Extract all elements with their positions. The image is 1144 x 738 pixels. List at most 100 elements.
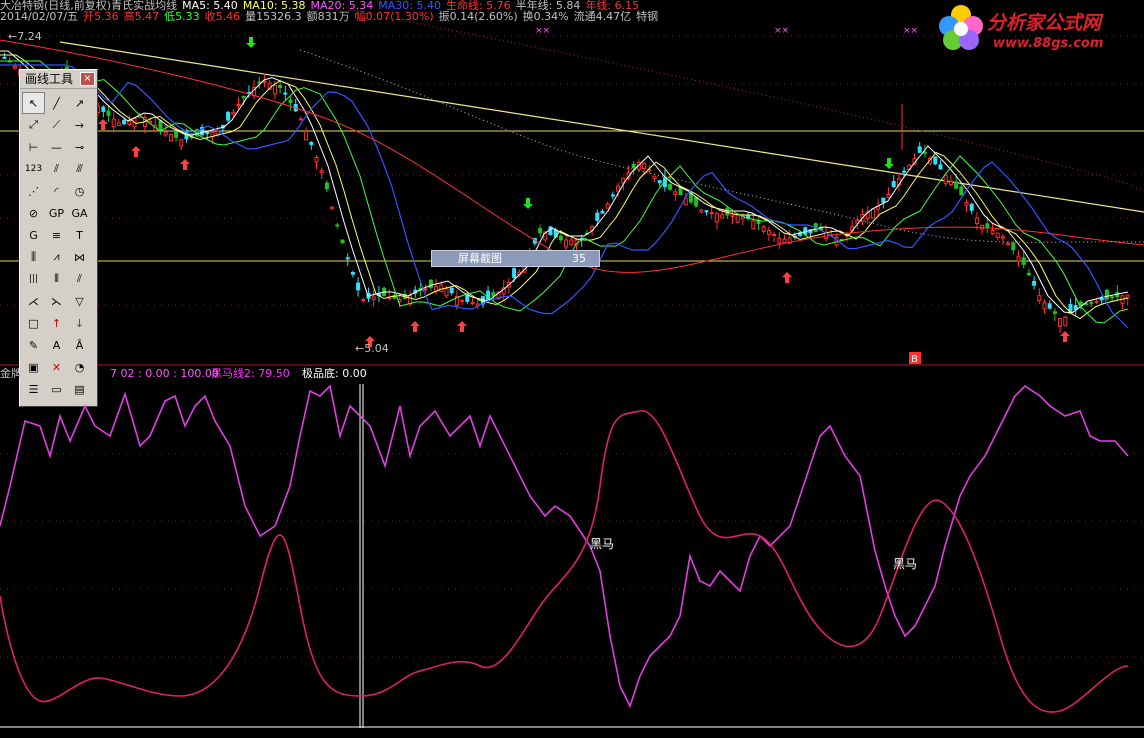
candle-body [938,164,943,170]
candle-body [423,288,428,291]
cycle-lines-tool-icon[interactable]: ⫼ [22,246,45,268]
candle-body [340,239,345,244]
candle-body [902,170,907,173]
gp-tool-icon[interactable]: GP [45,202,68,224]
pointer-tool-icon[interactable]: ↖ [22,92,45,114]
candle-body [1032,280,1037,286]
rect-tool-icon[interactable]: □ [22,312,45,334]
fib-tool-icon[interactable]: ≡ [45,224,68,246]
candle-body [350,271,355,275]
candle-body [1104,289,1109,300]
candle-body [1011,242,1016,251]
candle-body [980,224,985,230]
cross-marker: ×× [903,26,918,36]
note-tool-icon[interactable]: ✎ [22,334,45,356]
candle-body [969,203,974,211]
vlines-tool-icon[interactable]: ||| [22,268,45,290]
toolbox-title[interactable]: 画线工具 × [20,70,97,89]
arrow-line-tool-icon[interactable]: ⤢ [22,114,45,136]
tool-grid: ↖ ╱ ↗ ⤢ ⟋ → ⊢ — ⊸ 123 ⫽ ⫻ ⋰ ◜ ◷ ⊘ GP GA G ≡ T ⫼ ⩘ ⋈ ||| ⫴ ⫽ ⋌ ⋋ ▽ □ ↑ ↓ ✎… [20,89,97,403]
dvlines-tool-icon[interactable]: ⫴ [45,268,68,290]
candle-body [163,131,168,136]
parallel-tool-icon[interactable]: ⫽ [45,158,68,180]
drawing-toolbox[interactable]: 画线工具 × ↖ ╱ ↗ ⤢ ⟋ → ⊢ — ⊸ 123 ⫽ ⫻ ⋰ ◜ ◷ ⊘ GP GA G ≡ T ⫼ ⩘ ⋈ ||| ⫴ ⫽… [19,69,98,407]
candle-body [226,111,231,121]
candle-body [1006,242,1011,246]
speed-tool-icon[interactable]: ⋋ [45,290,68,312]
candle-body [803,227,808,235]
candle-body [439,284,444,293]
triangle-tool-icon[interactable]: ▽ [68,290,91,312]
ray-tool-icon[interactable]: ↗ [68,92,91,114]
candle-body [954,181,959,189]
candle-body [610,194,615,197]
annotation-heima-2: 黑马 [893,557,918,571]
gann-fan-tool-icon[interactable]: ⋌ [22,290,45,312]
text-tool-icon[interactable]: A [45,334,68,356]
circle-tool-icon[interactable]: ⊘ [22,202,45,224]
candle-body [870,208,875,219]
close-button[interactable]: × [80,72,95,86]
cycle-tool-icon[interactable]: ◷ [68,180,91,202]
candle-body [766,230,771,235]
candle-body [1026,272,1031,276]
hline-tool-icon[interactable]: — [45,136,68,158]
candle-body [278,84,283,88]
candle-body [465,294,470,302]
candle-body [720,214,725,219]
hline-arrow-tool-icon[interactable]: → [68,114,91,136]
gann-tool-icon[interactable]: G [22,224,45,246]
candle-body [168,134,173,142]
candle-body [709,212,714,215]
candle-body [449,287,454,294]
candle-body [704,210,709,213]
flower-logo-icon [939,5,983,50]
sell-arrow-icon [884,158,894,169]
candle-body [694,196,699,207]
number-tool-icon[interactable]: 123 [22,158,45,180]
candle-body [298,118,303,121]
candle-body [101,106,106,112]
candle-body [1037,295,1042,302]
line-tool-icon[interactable]: ╱ [45,92,68,114]
channel-tool-icon[interactable]: ⫻ [68,158,91,180]
candle-body [943,174,948,184]
candle-body [205,131,210,135]
ga-tool-icon[interactable]: GA [68,202,91,224]
wave-tool-icon[interactable]: ⩘ [45,246,68,268]
up-arrow-tool-icon[interactable]: ↑ [45,312,68,334]
screenshot-label[interactable]: 屏幕截图 35 [431,250,600,267]
candle-body [304,131,309,141]
indicator-chart[interactable] [0,366,1144,738]
pct-tool-icon[interactable]: T [68,224,91,246]
candle-body [444,288,449,297]
buy-arrow-icon [131,146,141,157]
high-price-label: ←7.24 [8,30,42,43]
candle-body [324,182,329,190]
fan-tool-icon[interactable]: ⋰ [22,180,45,202]
candle-body [688,192,693,203]
hray-tool-icon[interactable]: ⊸ [68,136,91,158]
annotation-heima-1: 黑马 [590,537,615,551]
candle-body [1063,316,1068,327]
candle-body [964,202,969,206]
slash-tool-icon[interactable]: ⫽ [68,268,91,290]
logo-url[interactable]: www.88gs.com [993,36,1103,51]
buy-arrow-icon [410,321,420,332]
screenshot-label-value: 35 [572,252,586,265]
candle-body [330,206,335,209]
arc-tool-icon[interactable]: ◜ [45,180,68,202]
sell-arrow-icon [523,198,533,209]
candle-body [335,224,340,227]
candle-body [985,223,990,229]
candle-body [891,181,896,188]
candle-body [1016,255,1021,262]
candle-body [314,157,319,163]
down-arrow-tool-icon[interactable]: ↓ [68,312,91,334]
segment-tool-icon[interactable]: ⟋ [45,114,68,136]
buy-arrow-icon [180,159,190,170]
hsegment-tool-icon[interactable]: ⊢ [22,136,45,158]
text-box-tool-icon[interactable]: Ā [68,334,91,356]
zigzag-tool-icon[interactable]: ⋈ [68,246,91,268]
candle-body [361,299,366,302]
